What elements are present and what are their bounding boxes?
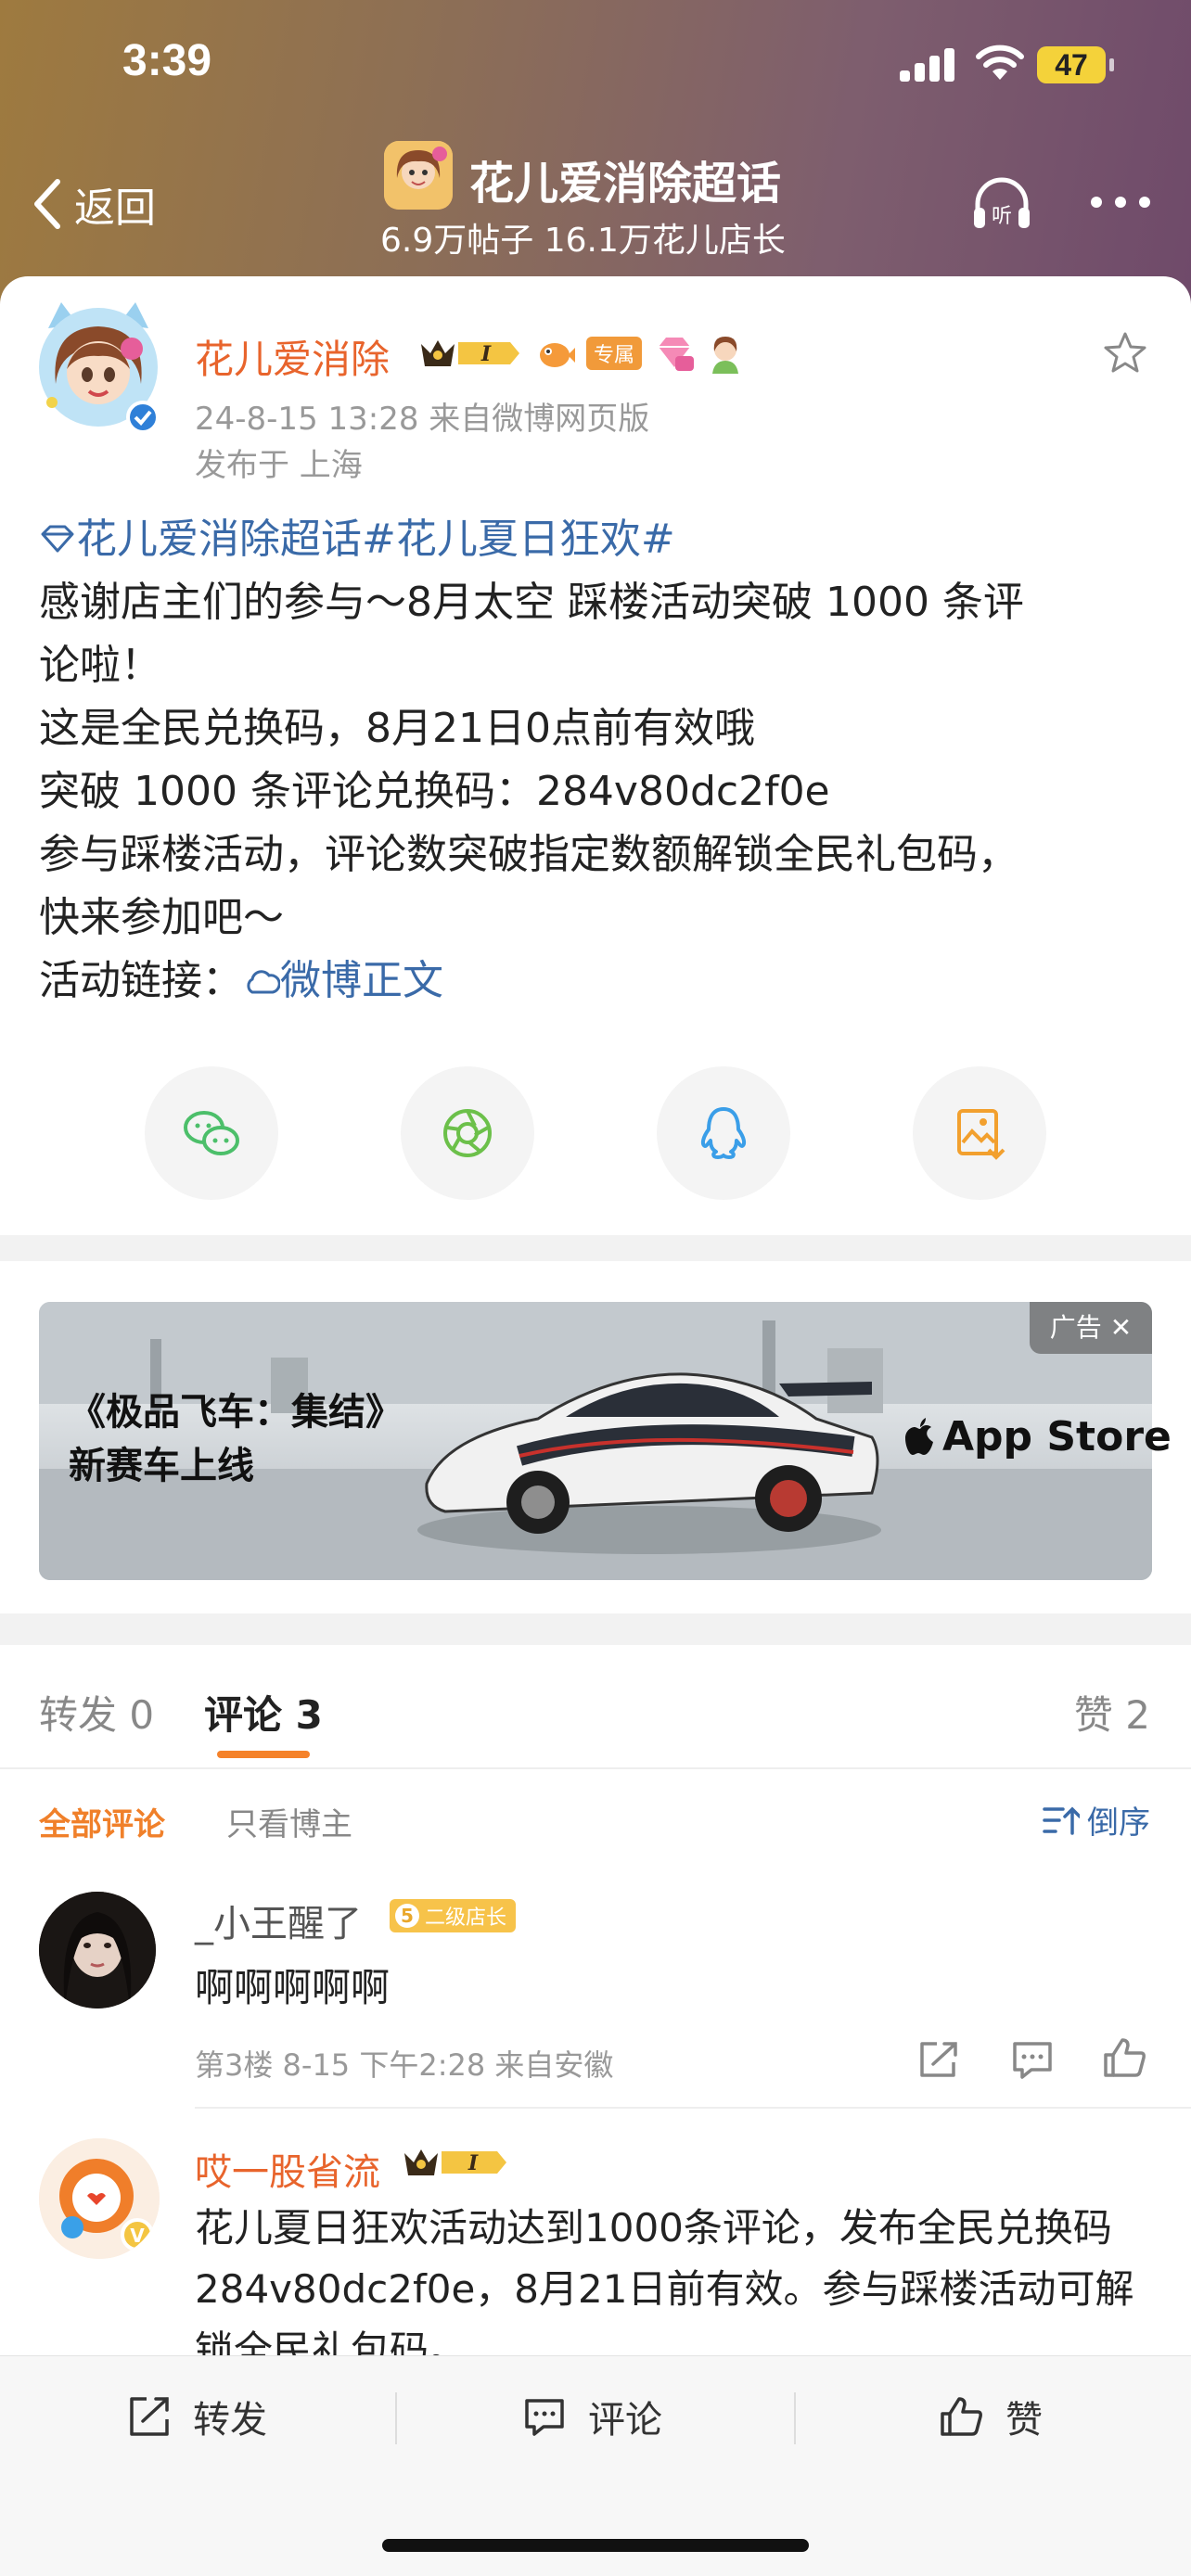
like-button[interactable]: 赞 bbox=[939, 2389, 1043, 2444]
chevron-left-icon bbox=[34, 179, 60, 229]
save-image-icon bbox=[957, 1109, 1005, 1160]
svg-text:I: I bbox=[480, 342, 492, 366]
comment-meta: 第3楼 8-15 下午2:28 来自安徽 bbox=[195, 2047, 614, 2083]
wechat-icon bbox=[184, 1111, 239, 1155]
headphones-icon[interactable]: 听 bbox=[968, 171, 1035, 237]
commenter-name[interactable]: _小王醒了 bbox=[195, 1894, 362, 1947]
comment-button[interactable]: 评论 bbox=[521, 2389, 662, 2444]
battery-indicator: 47 bbox=[1037, 46, 1114, 83]
exclusive-badge: 专属 bbox=[586, 337, 643, 370]
ad-line-2: 新赛车上线 bbox=[69, 1445, 254, 1487]
star-icon[interactable] bbox=[1102, 330, 1148, 376]
comment-share-icon[interactable] bbox=[916, 2038, 963, 2081]
commenter-avatar[interactable] bbox=[39, 1892, 156, 2009]
share-qq-button[interactable] bbox=[657, 1066, 790, 1200]
crown-level-badge-icon: I bbox=[404, 2149, 506, 2175]
post-line: 参与踩楼活动，评论数突破指定数额解锁全民礼包码， bbox=[39, 831, 1018, 878]
filter-all-comments[interactable]: 全部评论 bbox=[39, 1799, 165, 1844]
comment-text: 啊啊啊啊啊 bbox=[195, 1965, 391, 2010]
fish-badge-icon bbox=[540, 343, 575, 367]
toolbar-separator bbox=[395, 2392, 397, 2444]
moments-aperture-icon bbox=[443, 1109, 492, 1157]
girl-badge-icon bbox=[712, 337, 739, 374]
weibo-link[interactable]: 微博正文 bbox=[243, 957, 443, 1004]
repost-button[interactable]: 转发 bbox=[126, 2389, 267, 2444]
supertopic-diamond-icon bbox=[41, 525, 74, 553]
interaction-tabs bbox=[0, 1645, 1191, 1769]
post-line: 这是全民兑换码，8月21日0点前有效哦 bbox=[39, 705, 755, 752]
status-bar: 3:39 47 bbox=[0, 0, 1191, 130]
post-content: 花儿爱消除超话#花儿夏日狂欢# 感谢店主们的参与～8月太空 踩楼活动突破 100… bbox=[39, 508, 1161, 1013]
post-line: 快来参加吧～ bbox=[39, 894, 284, 941]
svg-text:I: I bbox=[467, 2151, 479, 2175]
post-line: 论啦！ bbox=[39, 642, 161, 689]
sort-icon bbox=[1043, 1806, 1080, 1835]
comment-like-icon[interactable] bbox=[1102, 2036, 1148, 2079]
apple-icon bbox=[905, 1417, 933, 1455]
status-time: 3:39 bbox=[122, 36, 212, 85]
topic-avatar-icon[interactable] bbox=[384, 141, 453, 210]
weibo-cloud-icon bbox=[247, 970, 281, 994]
fan-level-number: 5 bbox=[395, 1904, 419, 1928]
wifi-icon bbox=[976, 45, 1024, 80]
ad-headline[interactable]: 《极品飞车：集结》 新赛车上线 bbox=[69, 1385, 403, 1493]
topic-title[interactable]: 花儿爱消除超话 bbox=[469, 147, 781, 211]
tab-comments[interactable]: 评论 3 bbox=[204, 1684, 323, 1741]
sports-car-image bbox=[417, 1372, 881, 1554]
ad-close-tag[interactable]: 广告 ✕ bbox=[1030, 1302, 1152, 1354]
activity-link-label: 活动链接： bbox=[39, 957, 243, 1004]
repost-icon bbox=[130, 2397, 169, 2436]
crown-level-badge-icon: I bbox=[421, 340, 519, 366]
share-wechat-button[interactable] bbox=[145, 1066, 278, 1200]
share-row bbox=[0, 1066, 1191, 1200]
post-time-source: 24-8-15 13:28 来自微博网页版 bbox=[195, 401, 650, 438]
post-line: 突破 1000 条评论兑换码：284v80dc2f0e bbox=[39, 768, 830, 815]
sort-toggle[interactable]: 倒序 bbox=[1043, 1797, 1150, 1843]
comment-reply-icon[interactable] bbox=[1009, 2038, 1056, 2081]
back-button[interactable]: 返回 bbox=[28, 167, 156, 241]
post-location: 发布于 上海 bbox=[195, 447, 363, 484]
filter-author-only[interactable]: 只看博主 bbox=[226, 1799, 352, 1844]
thumbs-up-icon bbox=[941, 2397, 982, 2436]
save-image-button[interactable] bbox=[913, 1066, 1046, 1200]
more-icon[interactable] bbox=[1091, 197, 1150, 211]
tab-likes[interactable]: 赞 2 bbox=[1074, 1684, 1150, 1741]
home-indicator bbox=[382, 2539, 809, 2552]
fan-level-title: 二级店长 bbox=[425, 1906, 507, 1930]
close-icon: ✕ bbox=[1109, 1312, 1133, 1343]
back-label: 返回 bbox=[74, 185, 156, 232]
author-badges: I 专属 bbox=[417, 332, 744, 375]
topic-hashtag-link[interactable]: 花儿爱消除超话#花儿夏日狂欢# bbox=[76, 516, 675, 563]
share-moments-button[interactable] bbox=[401, 1066, 534, 1200]
comment-icon bbox=[525, 2399, 564, 2436]
qq-penguin-icon bbox=[700, 1107, 747, 1159]
topic-stats: 6.9万帖子 16.1万花儿店长 bbox=[380, 222, 786, 260]
svg-text:听: 听 bbox=[992, 205, 1012, 228]
ad-line-1: 《极品飞车：集结》 bbox=[69, 1391, 403, 1434]
commenter-avatar[interactable]: V bbox=[39, 2138, 160, 2259]
post-line: 感谢店主们的参与～8月太空 踩楼活动突破 1000 条评 bbox=[39, 579, 1024, 626]
active-tab-indicator bbox=[217, 1751, 310, 1758]
author-avatar[interactable] bbox=[33, 300, 163, 434]
fan-level-badge: 5 二级店长 bbox=[390, 1899, 517, 1932]
toolbar-separator bbox=[794, 2392, 796, 2444]
signal-icon bbox=[900, 48, 957, 82]
commenter-name[interactable]: 哎一股省流 bbox=[195, 2142, 380, 2196]
comment-divider bbox=[195, 2107, 1191, 2109]
gem-badge-icon bbox=[659, 338, 695, 371]
comment-text: 花儿夏日狂欢活动达到1000条评论，发布全民兑换码284v80dc2f0e，8月… bbox=[195, 2205, 1134, 2373]
app-store-label: App Store bbox=[903, 1413, 1172, 1460]
author-name[interactable]: 花儿爱消除 bbox=[195, 328, 390, 385]
tab-reposts[interactable]: 转发 0 bbox=[39, 1684, 154, 1741]
